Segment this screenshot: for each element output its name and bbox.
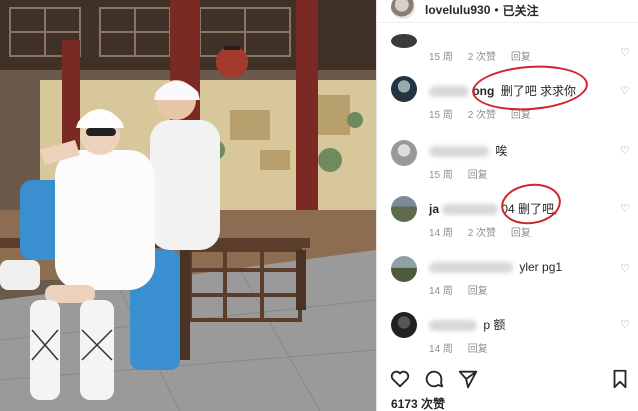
- comment-age: 14 周: [429, 228, 453, 239]
- comment-item: p 额 14 周 回复 ♡: [377, 312, 638, 356]
- comment-like-icon[interactable]: ♡: [620, 84, 630, 97]
- photo-scene: [0, 0, 376, 411]
- comment-avatar[interactable]: [391, 256, 417, 282]
- comment-icon[interactable]: [423, 368, 445, 390]
- comment-age: 15 周: [429, 52, 453, 63]
- comment-like-icon[interactable]: ♡: [620, 202, 630, 215]
- comment-like-icon[interactable]: ♡: [620, 144, 630, 157]
- redacted-username: [442, 204, 499, 216]
- comment-like-icon[interactable]: ♡: [620, 46, 630, 59]
- comment-reply-button[interactable]: 回复: [511, 228, 531, 239]
- comment-text: yler pg1: [519, 260, 563, 274]
- comment-meta: 14 周 回复: [429, 340, 500, 355]
- comment-avatar[interactable]: [391, 196, 417, 222]
- comment-text: p 额: [483, 318, 506, 332]
- author-avatar[interactable]: [391, 0, 415, 19]
- comment-avatar[interactable]: [391, 312, 417, 338]
- comment-reply-button[interactable]: 回复: [511, 52, 531, 63]
- comment-text: 唉: [495, 144, 508, 158]
- comment-age: 14 周: [429, 344, 453, 355]
- comment-meta: 15 周 2 次赞 回复: [429, 48, 543, 63]
- follow-status-button[interactable]: 已关注: [503, 2, 539, 19]
- header-separator: •: [494, 3, 499, 17]
- comment-reply-button[interactable]: 回复: [468, 170, 488, 181]
- comment-meta: 15 周 回复: [429, 166, 500, 181]
- comment-avatar[interactable]: [391, 76, 417, 102]
- comment-age: 15 周: [429, 110, 453, 121]
- comment-meta: 14 周 2 次赞 回复: [429, 224, 543, 239]
- post-photo: [0, 0, 376, 411]
- comment-reply-button[interactable]: 回复: [468, 344, 488, 355]
- paper-plane-icon[interactable]: [457, 368, 479, 390]
- header-divider: [377, 22, 638, 23]
- comment-age: 15 周: [429, 170, 453, 181]
- comment-avatar[interactable]: [391, 34, 417, 48]
- comment-item: 唉 15 周 回复 ♡: [377, 138, 638, 184]
- redacted-username: [429, 86, 469, 98]
- comment-username[interactable]: ja: [429, 202, 439, 216]
- heart-icon[interactable]: [389, 368, 411, 390]
- comment-reply-button[interactable]: 回复: [511, 110, 531, 121]
- comment-age: 14 周: [429, 286, 453, 297]
- comment-like-icon[interactable]: ♡: [620, 262, 630, 275]
- comments-panel: lovelulu930 • 已关注 15 周 2 次赞 回复 ♡ ong 删了吧…: [376, 0, 638, 411]
- comment-reply-button[interactable]: 回复: [468, 286, 488, 297]
- post-action-bar: [377, 362, 638, 392]
- comment-meta: 14 周 回复: [429, 282, 500, 297]
- comment-likes[interactable]: 2 次赞: [468, 228, 496, 239]
- comment-like-icon[interactable]: ♡: [620, 318, 630, 331]
- bookmark-icon[interactable]: [609, 368, 631, 390]
- likes-count[interactable]: 6173 次赞: [391, 395, 445, 411]
- comment-avatar[interactable]: [391, 140, 417, 166]
- post-header: lovelulu930 • 已关注: [377, 0, 638, 20]
- redacted-username: [429, 146, 489, 158]
- redacted-username: [429, 320, 477, 332]
- comment-likes[interactable]: 2 次赞: [468, 52, 496, 63]
- redacted-username: [429, 262, 513, 274]
- author-username[interactable]: lovelulu930: [425, 3, 490, 17]
- comment-likes[interactable]: 2 次赞: [468, 110, 496, 121]
- comment-item: yler pg1 14 周 回复 ♡: [377, 256, 638, 300]
- comment-item: 15 周 2 次赞 回复 ♡: [377, 26, 638, 63]
